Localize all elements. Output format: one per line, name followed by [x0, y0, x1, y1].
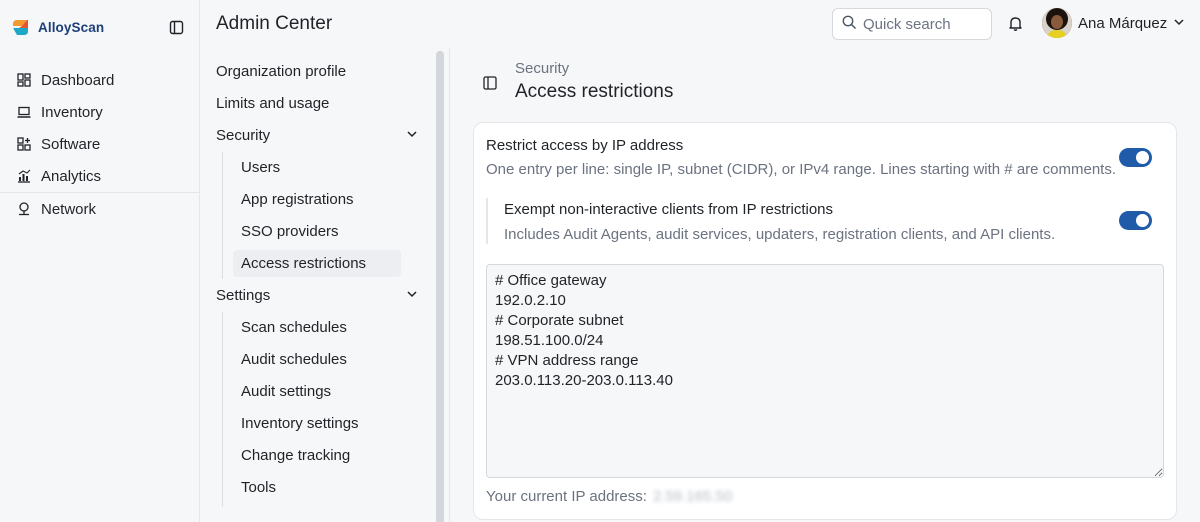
- subnav-tools[interactable]: Tools: [233, 474, 401, 501]
- nav-item-inventory[interactable]: Inventory: [0, 96, 199, 128]
- subnav-app-registrations[interactable]: App registrations: [233, 186, 401, 213]
- subnav-limits-usage[interactable]: Limits and usage: [216, 91, 329, 117]
- exempt-description: Includes Audit Agents, audit services, u…: [504, 226, 1056, 243]
- chevron-down-icon: [406, 283, 418, 309]
- subnav-audit-settings[interactable]: Audit settings: [233, 378, 401, 405]
- nav-label: Analytics: [41, 167, 102, 185]
- avatar: [1042, 8, 1072, 38]
- nav-item-software[interactable]: Software: [0, 128, 199, 160]
- subnav-access-restrictions[interactable]: Access restrictions: [233, 250, 401, 277]
- tree-guide: [222, 312, 223, 507]
- settings-nav: Organization profile Limits and usage Se…: [200, 48, 450, 522]
- restrict-ip-toggle[interactable]: [1119, 148, 1152, 167]
- subnav-group-label: Settings: [216, 287, 271, 304]
- current-ip-label: Your current IP address:: [486, 488, 647, 505]
- subnav-scrollbar[interactable]: [436, 51, 444, 522]
- access-restrictions-card: Restrict access by IP address One entry …: [473, 122, 1177, 520]
- exempt-title: Exempt non-interactive clients from IP r…: [504, 201, 834, 218]
- nav-label: Network: [41, 200, 97, 218]
- quick-search[interactable]: [832, 8, 992, 40]
- top-header: Admin Center Ana Márquez: [200, 0, 1200, 48]
- user-name: Ana Márquez: [1078, 14, 1168, 32]
- main-content: Security Access restrictions Restrict ac…: [451, 48, 1200, 522]
- toggle-knob: [1136, 151, 1149, 164]
- brand[interactable]: AlloyScan: [11, 18, 104, 37]
- subnav-sso-providers[interactable]: SSO providers: [233, 218, 401, 245]
- current-ip-value: 2.59.165.50: [652, 488, 733, 505]
- nav-label: Dashboard: [41, 71, 115, 89]
- restrict-ip-description: One entry per line: single IP, subnet (C…: [486, 161, 1117, 178]
- page-title: Access restrictions: [515, 81, 674, 102]
- restrict-ip-title: Restrict access by IP address: [486, 137, 684, 154]
- subnav-scan-schedules[interactable]: Scan schedules: [233, 314, 401, 341]
- breadcrumb[interactable]: Security: [515, 60, 569, 77]
- toggle-knob: [1136, 214, 1149, 227]
- sub-option-indent: [486, 198, 488, 244]
- nav-item-network[interactable]: Network: [0, 193, 199, 225]
- app-sidebar: AlloyScan Dashboard Inventory Software A…: [0, 0, 200, 522]
- search-icon: [842, 15, 857, 34]
- page-header-title: Admin Center: [216, 13, 333, 34]
- panel-toggle-icon[interactable]: [483, 76, 497, 90]
- bell-icon[interactable]: [1007, 15, 1024, 32]
- subnav-inventory-settings[interactable]: Inventory settings: [233, 410, 401, 437]
- nav-item-analytics[interactable]: Analytics: [0, 160, 199, 192]
- user-menu[interactable]: Ana Márquez: [1042, 8, 1185, 38]
- chevron-down-icon: [406, 123, 418, 149]
- nav-item-dashboard[interactable]: Dashboard: [0, 64, 199, 96]
- network-icon: [16, 202, 31, 217]
- subnav-group-settings[interactable]: Settings: [216, 283, 418, 309]
- brand-name: AlloyScan: [38, 20, 105, 35]
- laptop-icon: [16, 105, 31, 120]
- tree-guide: [222, 152, 223, 279]
- subnav-users[interactable]: Users: [233, 154, 401, 181]
- subnav-change-tracking[interactable]: Change tracking: [233, 442, 401, 469]
- app-nav: Dashboard Inventory Software Analytics N…: [0, 64, 199, 225]
- subnav-audit-schedules[interactable]: Audit schedules: [233, 346, 401, 373]
- nav-label: Inventory: [41, 103, 103, 121]
- exempt-toggle[interactable]: [1119, 211, 1152, 230]
- nav-label: Software: [41, 135, 101, 153]
- apps-icon: [16, 137, 31, 152]
- bar-chart-icon: [16, 169, 31, 184]
- ip-list-textarea[interactable]: [486, 264, 1164, 478]
- subnav-group-label: Security: [216, 127, 271, 144]
- sidebar-collapse-icon[interactable]: [169, 20, 184, 35]
- subnav-group-security[interactable]: Security: [216, 123, 418, 149]
- search-input[interactable]: [863, 15, 983, 33]
- subnav-organization-profile[interactable]: Organization profile: [216, 59, 346, 85]
- current-ip: Your current IP address: 2.59.165.50: [486, 488, 732, 505]
- chevron-down-icon: [1173, 15, 1185, 32]
- alloyscan-logo-icon: [11, 18, 30, 37]
- grid-icon: [16, 73, 31, 88]
